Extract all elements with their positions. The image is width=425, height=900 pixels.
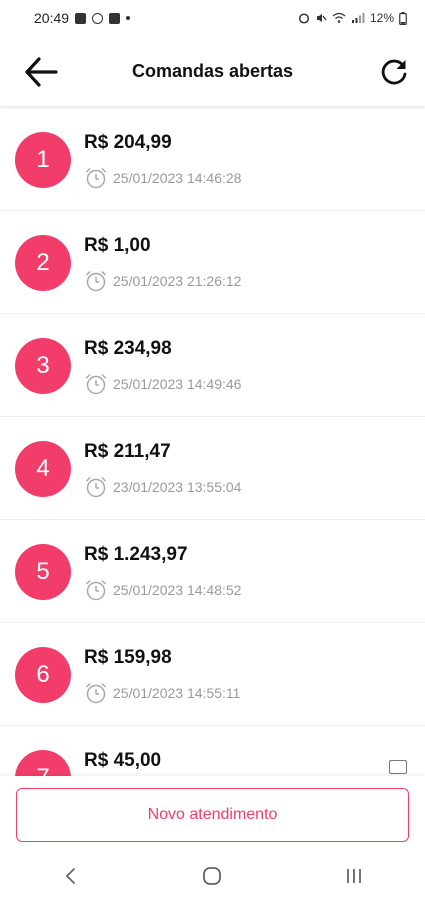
- order-timestamp: 25/01/2023 21:26:12: [113, 273, 242, 289]
- order-amount: R$ 234,98: [84, 338, 172, 359]
- more-notifications-icon: [126, 16, 131, 20]
- order-row[interactable]: 4 R$ 211,47 23/01/2023 13:55:04: [0, 417, 425, 520]
- alarm-clock-icon: [85, 373, 107, 395]
- refresh-button[interactable]: [377, 55, 411, 89]
- order-number-badge: 1: [15, 132, 71, 188]
- nav-home-button[interactable]: [182, 856, 242, 896]
- screen: 20:49 12% Comandas abertas 1 R$ 204,99 2…: [0, 0, 425, 900]
- refresh-icon: [381, 59, 407, 85]
- order-timestamp: 23/01/2023 13:55:04: [113, 479, 242, 495]
- order-row[interactable]: 6 R$ 159,98 25/01/2023 14:55:11: [0, 623, 425, 726]
- order-time-row: 25/01/2023 14:55:11: [84, 681, 240, 705]
- wifi-status-icon: [332, 12, 346, 23]
- order-amount: R$ 1,00: [84, 235, 151, 256]
- order-time-row: 25/01/2023 14:46:28: [84, 166, 241, 190]
- open-orders-list[interactable]: 1 R$ 204,99 25/01/2023 14:46:28 2 R$ 1,0…: [0, 108, 425, 776]
- order-amount: R$ 211,47: [84, 441, 171, 462]
- status-left: 20:49: [34, 10, 131, 26]
- order-number-badge: 2: [15, 235, 71, 291]
- status-right: 12%: [298, 11, 407, 25]
- signal-status-icon: [351, 13, 365, 23]
- youtube-notification-icon: [109, 12, 121, 24]
- arrow-left-icon: [25, 57, 58, 87]
- status-time: 20:49: [34, 10, 70, 26]
- order-amount: R$ 204,99: [84, 132, 172, 153]
- order-timestamp: 25/01/2023 14:49:46: [113, 376, 242, 392]
- order-timestamp: 25/01/2023 14:46:28: [113, 170, 242, 186]
- order-number-badge: 5: [15, 544, 71, 600]
- mute-status-icon: [316, 14, 327, 22]
- nav-back-button[interactable]: [41, 856, 101, 896]
- order-amount: R$ 159,98: [84, 647, 172, 668]
- app-header: Comandas abertas: [0, 36, 425, 106]
- order-time-row: 25/01/2023 21:26:12: [84, 269, 241, 293]
- order-time-row: 25/01/2023 14:49:46: [84, 372, 241, 396]
- order-timestamp: 25/01/2023 14:55:11: [113, 685, 241, 701]
- order-row[interactable]: 5 R$ 1.243,97 25/01/2023 14:48:52: [0, 520, 425, 623]
- order-select-checkbox[interactable]: [389, 760, 407, 774]
- order-row[interactable]: 7 R$ 45,00: [0, 726, 425, 776]
- new-service-button[interactable]: Novo atendimento: [16, 788, 409, 842]
- order-amount: R$ 1.243,97: [84, 544, 188, 565]
- nav-recents-button[interactable]: [324, 856, 384, 896]
- alarm-clock-icon: [85, 167, 107, 189]
- order-time-row: 23/01/2023 13:55:04: [84, 475, 241, 499]
- back-button[interactable]: [22, 53, 60, 91]
- order-time-row: 25/01/2023 14:48:52: [84, 578, 241, 602]
- status-bar: 20:49 12%: [0, 0, 425, 36]
- order-amount: R$ 45,00: [84, 750, 162, 771]
- battery-icon: [399, 11, 407, 25]
- alarm-clock-icon: [85, 476, 107, 498]
- alarm-clock-icon: [85, 682, 107, 704]
- order-timestamp: 25/01/2023 14:48:52: [113, 582, 242, 598]
- recent-apps-icon: [347, 869, 362, 883]
- order-number-badge: 3: [15, 338, 71, 394]
- order-number-badge: 7: [15, 750, 71, 776]
- system-nav-bar: [0, 852, 425, 900]
- alarm-clock-icon: [85, 579, 107, 601]
- order-number-badge: 4: [15, 441, 71, 497]
- chevron-left-icon: [65, 868, 75, 884]
- order-row[interactable]: 3 R$ 234,98 25/01/2023 14:49:46: [0, 314, 425, 417]
- alarm-status-icon: [298, 13, 310, 24]
- home-circle-icon: [203, 867, 222, 885]
- bottom-action-panel: Novo atendimento: [0, 776, 425, 852]
- page-title: Comandas abertas: [131, 60, 294, 81]
- order-row[interactable]: 2 R$ 1,00 25/01/2023 21:26:12: [0, 211, 425, 314]
- order-number-badge: 6: [15, 647, 71, 703]
- battery-percent: 12%: [369, 11, 394, 25]
- gallery-notification-icon: [75, 12, 87, 24]
- app-notification-icon: [92, 12, 104, 24]
- alarm-clock-icon: [85, 270, 107, 292]
- order-row[interactable]: 1 R$ 204,99 25/01/2023 14:46:28: [0, 108, 425, 211]
